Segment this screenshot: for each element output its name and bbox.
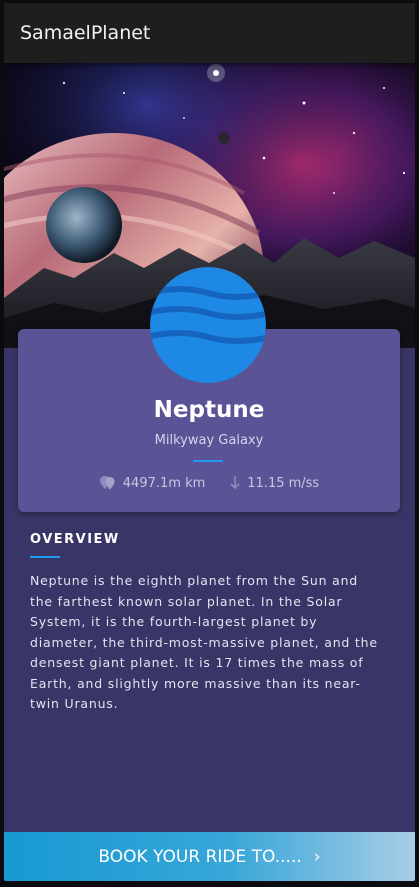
- planet-name: Neptune: [153, 397, 265, 423]
- book-ride-button[interactable]: BOOK YOUR RIDE TO..... ›: [4, 832, 415, 881]
- gravity-value: 11.15 m/ss: [247, 475, 320, 491]
- overview-heading: OVERVIEW: [30, 532, 120, 547]
- app-bar: SamaelPlanet: [4, 3, 415, 63]
- book-ride-label: BOOK YOUR RIDE TO.....: [98, 846, 302, 867]
- chevron-right-icon: ›: [313, 846, 321, 867]
- distance-value: 4497.1m km: [122, 475, 206, 491]
- location-pin-icon: [99, 475, 117, 491]
- planet-description: Neptune is the eighth planet from the Su…: [30, 573, 378, 711]
- card-divider: [193, 460, 223, 462]
- planet-stats: 4497.1m km 11.15 m/ss: [18, 475, 400, 491]
- app-title: SamaelPlanet: [20, 22, 151, 44]
- distance-stat: 4497.1m km: [99, 475, 205, 491]
- arrow-down-icon: [229, 475, 241, 491]
- gravity-stat: 11.15 m/ss: [229, 475, 319, 491]
- planet-galaxy: Milkyway Galaxy: [154, 433, 264, 448]
- neptune-planet-icon: [150, 267, 266, 383]
- app-screen: SamaelPlanet Neptune Milkyway Galaxy 449…: [4, 3, 415, 881]
- overview-underline: [30, 556, 60, 558]
